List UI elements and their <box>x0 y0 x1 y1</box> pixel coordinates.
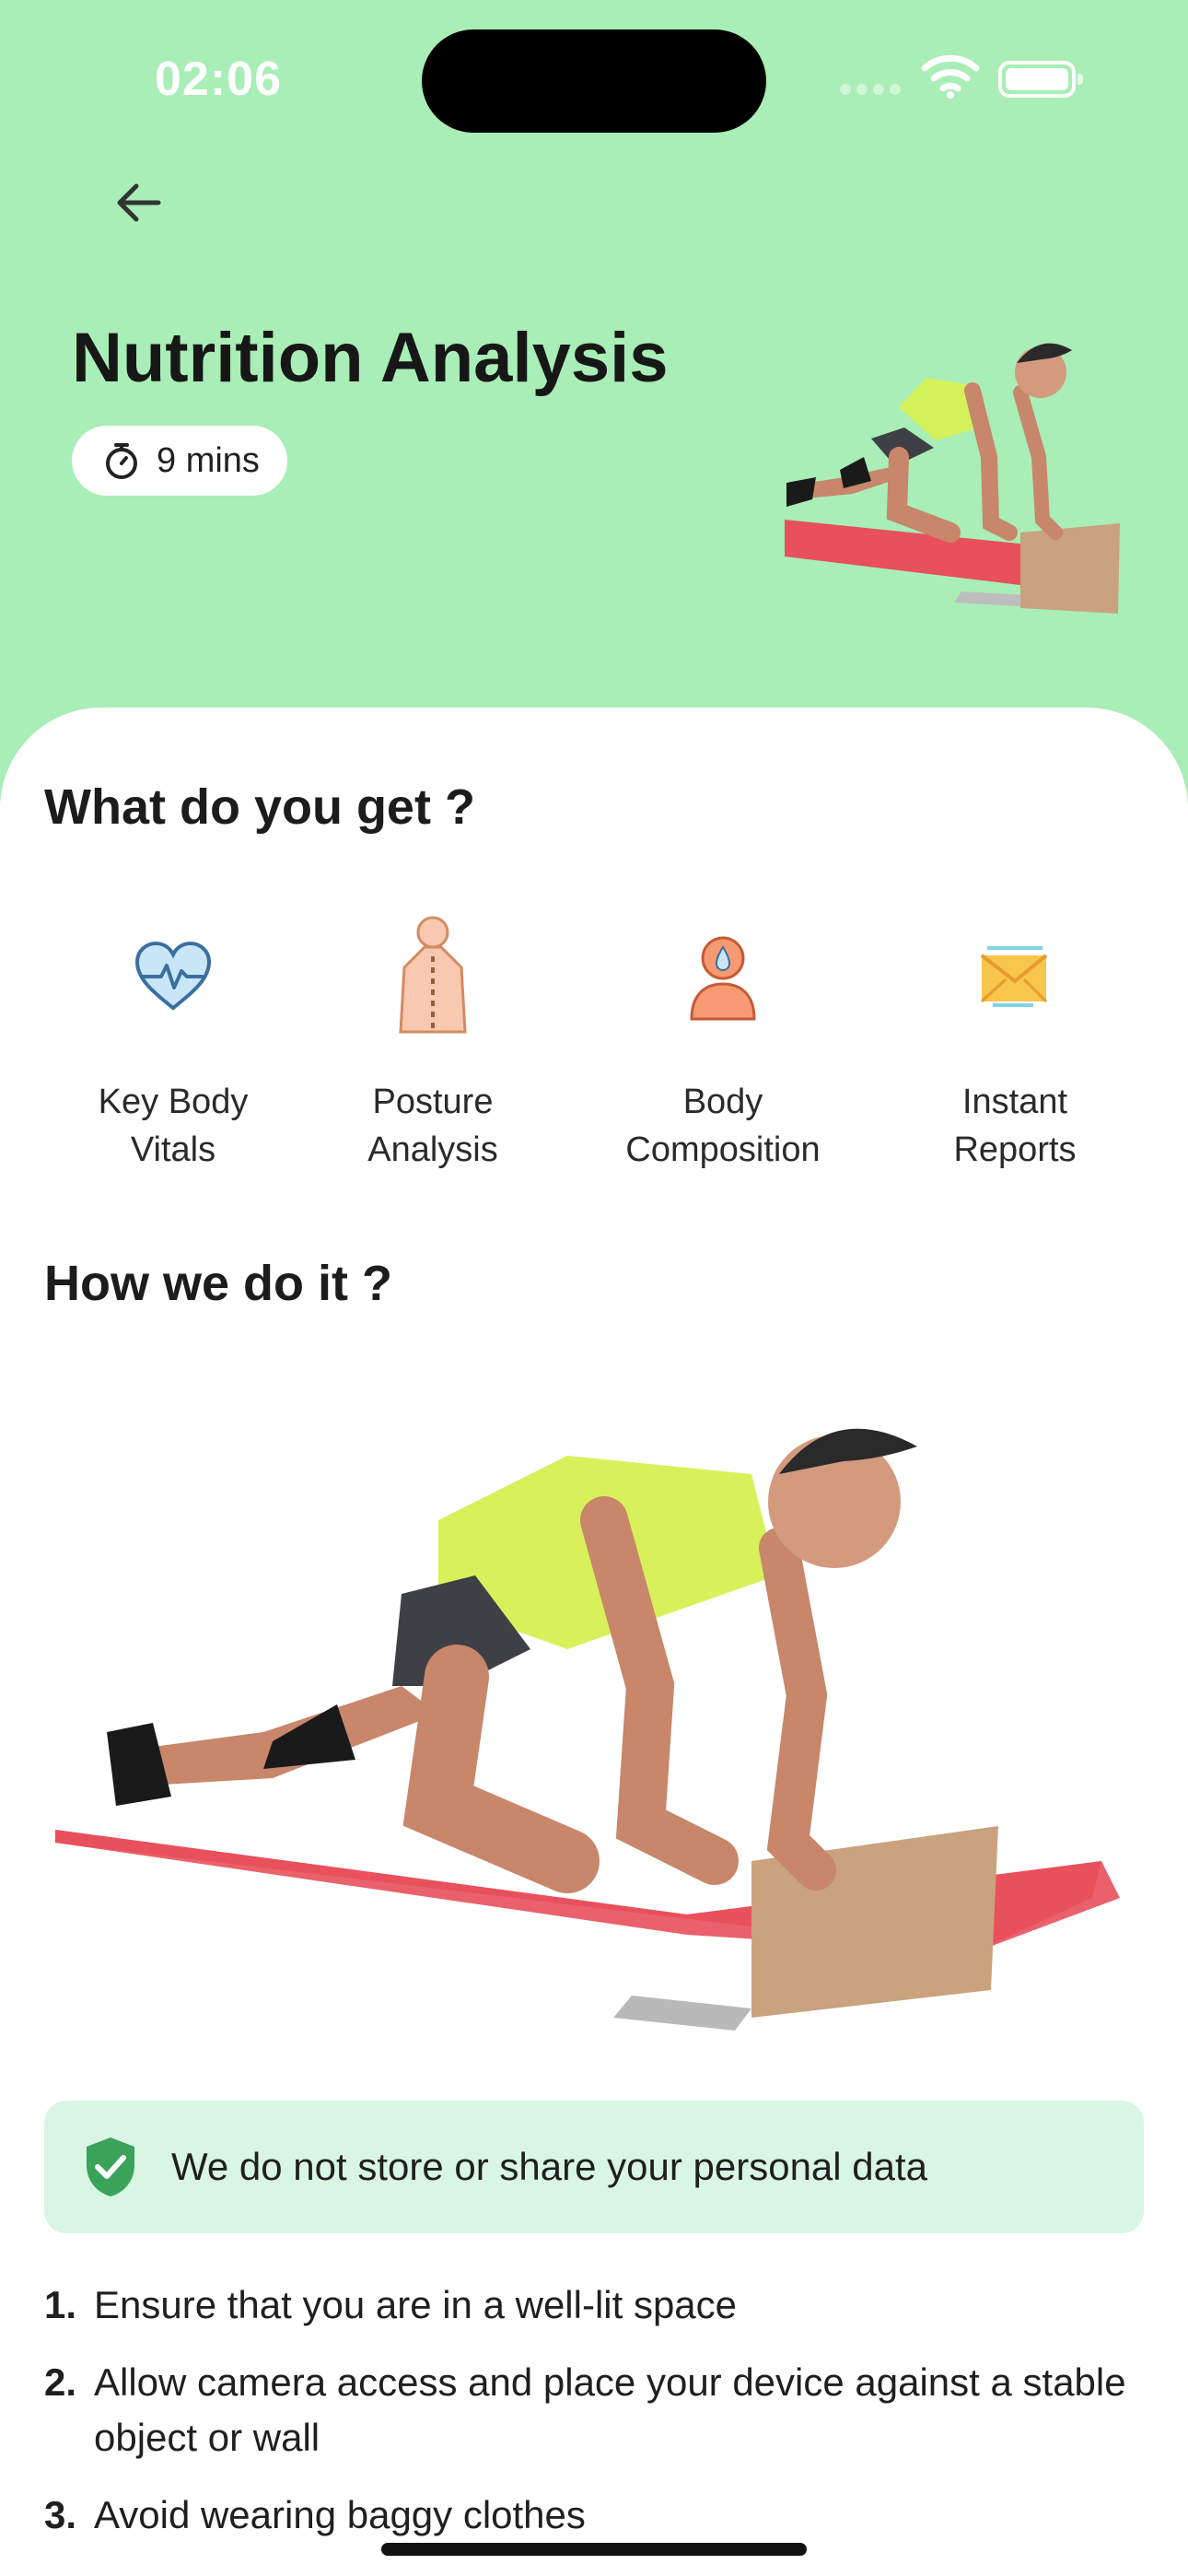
duration-text: 9 mins <box>157 440 260 480</box>
dynamic-island <box>422 29 766 133</box>
battery-icon <box>998 61 1083 98</box>
header: 02:06 Nutrition Analysis 9 mins <box>0 0 1188 829</box>
instruction-list: 1. Ensure that you are in a well-lit spa… <box>44 2277 1159 2565</box>
stopwatch-icon <box>106 443 137 479</box>
benefit-posture-analysis: Posture Analysis <box>304 912 562 1174</box>
step-text: Avoid wearing baggy clothes <box>94 2493 586 2536</box>
benefit-label: Key Body Vitals <box>98 1083 249 1169</box>
instruction-item: 3. Avoid wearing baggy clothes <box>44 2488 1159 2543</box>
page-title: Nutrition Analysis <box>72 319 669 397</box>
privacy-text: We do not store or share your personal d… <box>171 2145 928 2188</box>
back-button[interactable] <box>101 166 175 240</box>
report-icon <box>980 946 1048 1007</box>
step-number: 3. <box>44 2493 77 2536</box>
step-number: 2. <box>44 2360 77 2404</box>
benefit-label: Posture Analysis <box>367 1083 498 1169</box>
benefit-body-composition: Body Composition <box>594 912 852 1174</box>
instruction-item: 1. Ensure that you are in a well-lit spa… <box>44 2277 1159 2333</box>
body-composition-icon <box>690 936 756 1021</box>
arrow-left-icon <box>117 183 161 222</box>
step-text: Ensure that you are in a well-lit space <box>94 2283 738 2326</box>
what-you-get-heading: What do you get ? <box>44 779 475 835</box>
step-text: Allow camera access and place your devic… <box>94 2360 1126 2459</box>
privacy-notice: We do not store or share your personal d… <box>44 2101 1144 2233</box>
heart-pulse-icon <box>134 941 212 1011</box>
spine-icon <box>399 916 467 1034</box>
duration-badge: 9 mins <box>72 426 287 496</box>
how-we-do-it-heading: How we do it ? <box>44 1256 392 1311</box>
shield-check-icon <box>87 2137 134 2196</box>
cellular-signal-icon <box>840 83 906 100</box>
exercise-illustration-small <box>785 343 1120 614</box>
home-indicator[interactable] <box>381 2543 807 2556</box>
benefit-label: Instant Reports <box>953 1083 1077 1169</box>
step-number: 1. <box>44 2283 77 2326</box>
exercise-illustration <box>55 1428 1120 2031</box>
instruction-item: 2. Allow camera access and place your de… <box>44 2355 1159 2465</box>
benefit-instant-reports: Instant Reports <box>886 912 1144 1174</box>
benefit-key-body-vitals: Key Body Vitals <box>44 912 302 1174</box>
benefit-label: Body Composition <box>625 1083 821 1169</box>
status-time: 02:06 <box>155 53 282 106</box>
wifi-icon <box>921 53 980 104</box>
